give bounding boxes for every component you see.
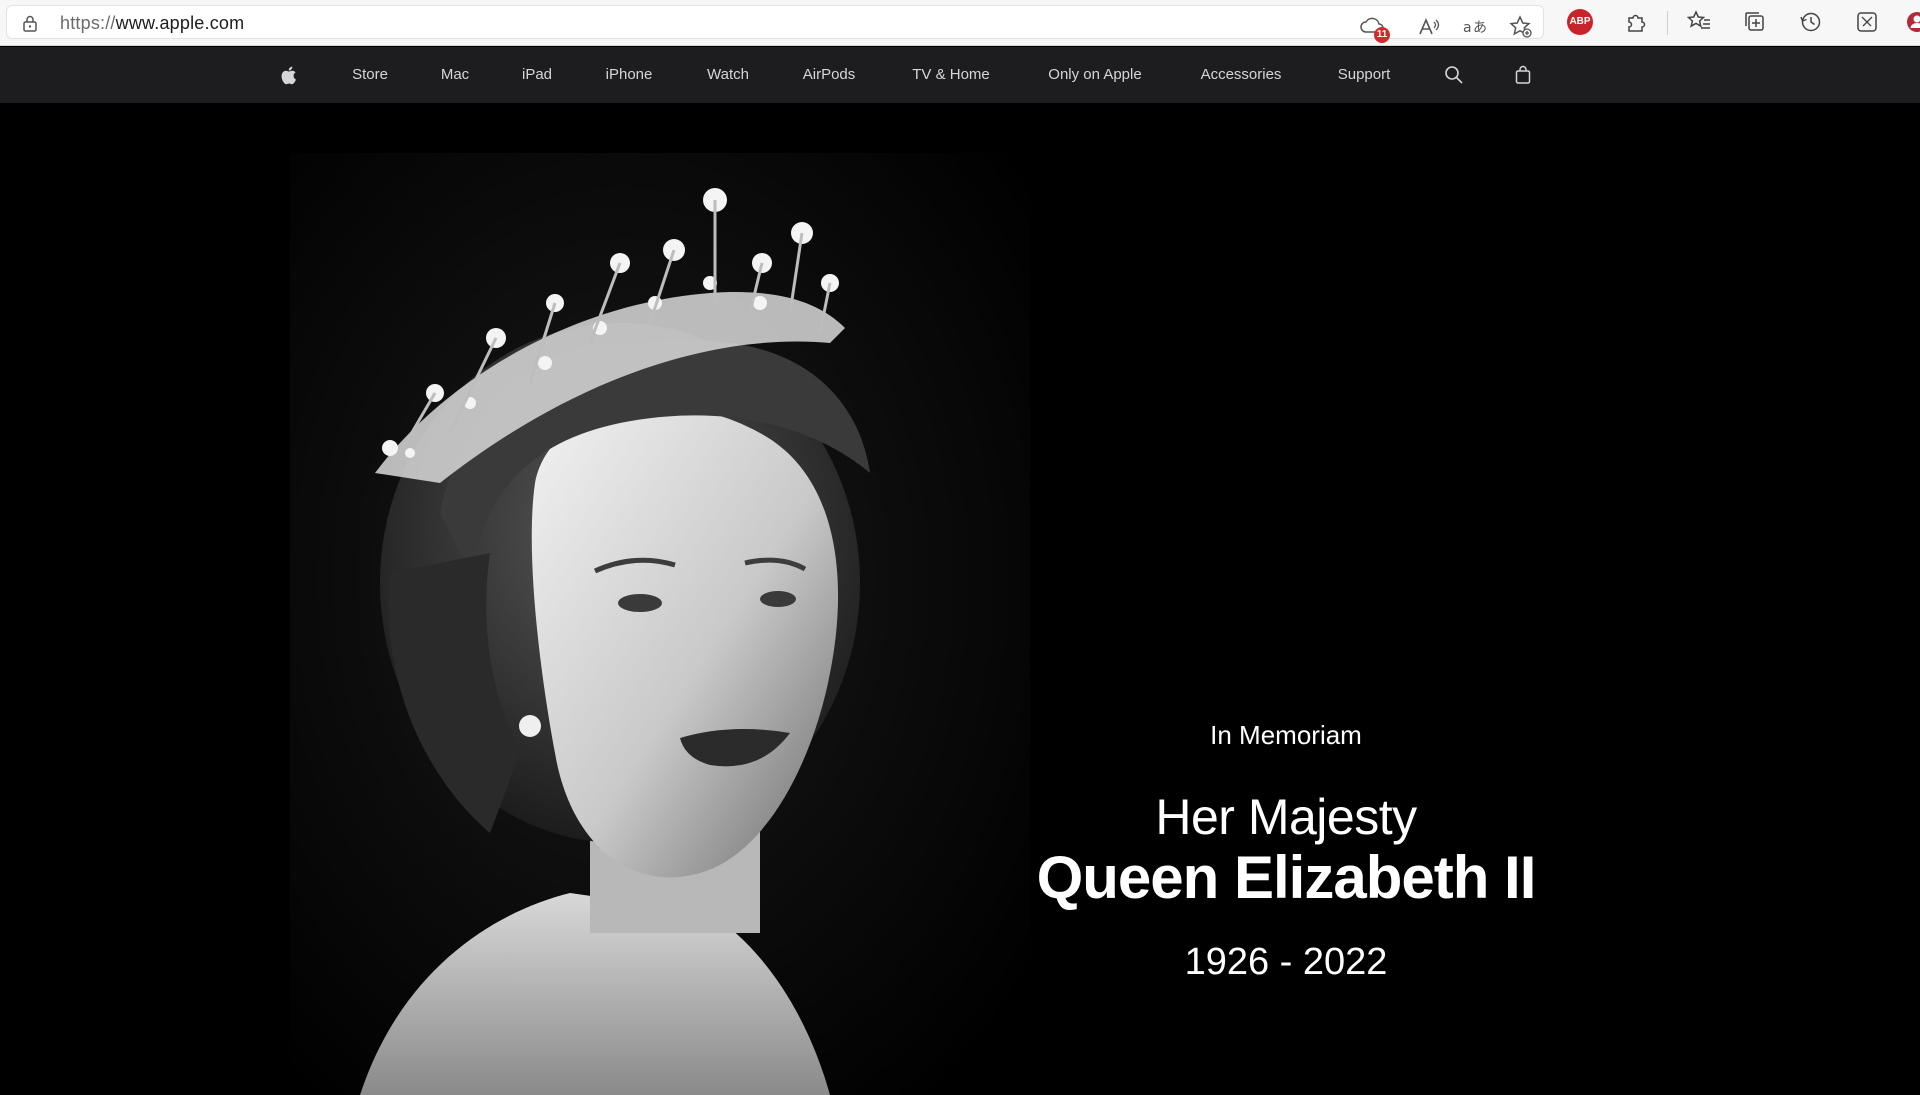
global-nav: Store Mac iPad iPhone Watch AirPods TV &… [0,47,1920,103]
toolbar-divider [1667,11,1668,35]
adblock-plus-icon[interactable]: ABP [1567,9,1593,35]
nav-ipad[interactable]: iPad [522,47,552,103]
browser-toolbar: https://www.apple.com 11 aあ ABP [0,0,1920,46]
add-favorite-icon[interactable] [1508,14,1534,40]
svg-text:a: a [1463,20,1472,36]
history-icon[interactable] [1798,9,1824,35]
url-text[interactable]: https://www.apple.com [60,13,244,34]
hero-eyebrow: In Memoriam [1210,720,1362,750]
nav-watch[interactable]: Watch [707,47,749,103]
hero-title-line2: Queen Elizabeth II [1036,844,1537,911]
hero-years: 1926 - 2022 [1184,941,1388,983]
tracking-prevention-icon[interactable]: 11 [1358,14,1390,43]
portrait-photo [290,153,1030,1095]
nav-support[interactable]: Support [1338,47,1391,103]
hero-section: In Memoriam Her Majesty Queen Elizabeth … [0,103,1920,1095]
profile-icon[interactable] [1904,9,1920,35]
extensions-icon[interactable] [1623,9,1649,35]
url-scheme: https:// [60,13,116,33]
tracker-count-badge: 11 [1374,27,1390,43]
svg-text:あ: あ [1473,20,1487,36]
web-capture-icon[interactable] [1854,9,1880,35]
nav-mac[interactable]: Mac [441,47,469,103]
nav-accessories[interactable]: Accessories [1201,47,1282,103]
url-host: www.apple.com [115,13,245,33]
nav-iphone[interactable]: iPhone [606,47,653,103]
nav-airpods[interactable]: AirPods [803,47,856,103]
nav-tv-home[interactable]: TV & Home [912,47,990,103]
hero-title-line1: Her Majesty [1155,789,1417,845]
nav-only-on-apple[interactable]: Only on Apple [1048,47,1141,103]
favorites-icon[interactable] [1686,9,1712,35]
read-aloud-icon[interactable] [1416,14,1442,40]
translate-icon[interactable]: aあ [1462,14,1488,40]
lock-icon[interactable] [20,13,40,33]
collections-icon[interactable] [1742,9,1768,35]
shopping-bag-icon[interactable] [1512,64,1534,86]
nav-store[interactable]: Store [352,47,388,103]
search-icon[interactable] [1443,64,1465,86]
address-bar[interactable]: https://www.apple.com 11 aあ [6,5,1544,43]
apple-logo-icon[interactable] [278,64,300,86]
